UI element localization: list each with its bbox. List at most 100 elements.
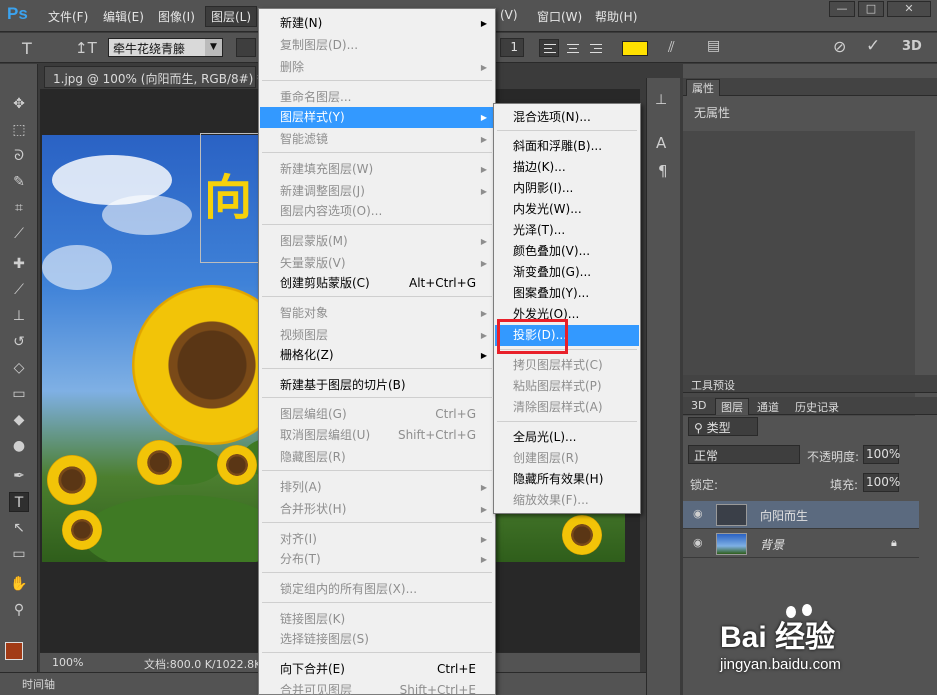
layer-menu-item[interactable]: 图层内容选项(O)... <box>260 201 494 222</box>
layer-style-item[interactable]: 混合选项(N)... <box>495 107 639 128</box>
layer-row-background[interactable]: ◉ 背景 🔒︎ <box>683 530 919 558</box>
layer-style-item[interactable]: 颜色叠加(V)... <box>495 241 639 262</box>
foreground-color-swatch[interactable] <box>5 642 23 660</box>
layer-style-item[interactable]: 全局光(L)... <box>495 427 639 448</box>
tab-3d[interactable]: 3D <box>691 399 706 412</box>
layer-filter-select[interactable]: ⚲ 类型 <box>688 417 758 436</box>
layer-menu-item[interactable]: 图层样式(Y) ▶ <box>260 107 494 128</box>
paragraph-icon[interactable]: ¶ <box>658 162 668 180</box>
crop-tool-icon[interactable]: ⌗ <box>9 198 29 218</box>
menu-help[interactable]: 帮助(H) <box>595 8 637 25</box>
layer-menu-item[interactable]: 向下合并(E) Ctrl+E <box>260 659 494 680</box>
opacity-field[interactable]: 100% <box>863 445 900 464</box>
path-select-tool-icon[interactable]: ↖ <box>9 518 29 538</box>
layer-style-item[interactable]: 创建图层(R) <box>495 448 639 469</box>
text-tool-icon[interactable]: T <box>22 39 32 58</box>
layer-row-text[interactable]: ◉ 向阳而生 <box>683 501 919 529</box>
minimize-button[interactable]: — <box>829 1 855 17</box>
layer-menu-item[interactable]: 合并可见图层 Shift+Ctrl+E <box>260 680 494 695</box>
blur-tool-icon[interactable]: ◆ <box>9 410 29 430</box>
character-icon[interactable]: A <box>656 134 666 152</box>
tab-channels[interactable]: 通道 <box>757 399 779 415</box>
quick-select-tool-icon[interactable]: ✎ <box>9 172 29 192</box>
lasso-tool-icon[interactable]: ᘐ <box>9 146 29 166</box>
brush-tool-icon[interactable]: ⟋ <box>9 280 29 300</box>
menu-window[interactable]: 窗口(W) <box>537 8 582 25</box>
layer-menu-item[interactable]: 矢量蒙版(V) ▶ <box>260 253 494 274</box>
layer-menu-item[interactable]: 排列(A) ▶ <box>260 477 494 498</box>
cancel-icon[interactable]: ⊘ <box>833 37 846 56</box>
menu-edit[interactable]: 编辑(E) <box>103 8 144 25</box>
menu-file[interactable]: 文件(F) <box>48 8 88 25</box>
character-panel-icon[interactable]: ▤ <box>707 38 720 54</box>
clone-stamp-tool-icon[interactable]: ⊥ <box>9 306 29 326</box>
marquee-tool-icon[interactable]: ⬚ <box>9 120 29 140</box>
layer-menu-item[interactable]: 视频图层 ▶ <box>260 325 494 346</box>
dodge-tool-icon[interactable]: ● <box>9 436 29 456</box>
history-brush-tool-icon[interactable]: ↺ <box>9 332 29 352</box>
hand-tool-icon[interactable]: ✋ <box>9 574 29 594</box>
maximize-button[interactable]: □ <box>858 1 884 17</box>
layer-style-item[interactable]: 光泽(T)... <box>495 220 639 241</box>
properties-tab[interactable]: 属性 <box>686 79 720 96</box>
eraser-tool-icon[interactable]: ◇ <box>9 358 29 378</box>
document-tab[interactable]: 1.jpg @ 100% (向阳而生, RGB/8#) * × <box>44 66 283 88</box>
timeline-label[interactable]: 时间轴 <box>22 676 55 692</box>
healing-brush-tool-icon[interactable]: ✚ <box>9 254 29 274</box>
layer-menu-item[interactable]: 删除 ▶ <box>260 57 494 78</box>
fill-field[interactable]: 100% <box>863 473 900 492</box>
layer-menu-item[interactable]: 新建调整图层(J) ▶ <box>260 181 494 202</box>
tab-layers[interactable]: 图层 <box>715 398 749 415</box>
layer-menu-item[interactable]: 新建(N) ▶ <box>260 13 494 34</box>
menu-layer[interactable]: 图层(L) <box>205 6 258 27</box>
layer-menu-item[interactable]: 新建基于图层的切片(B) <box>260 375 494 396</box>
move-tool-icon[interactable]: ✥ <box>9 94 29 114</box>
tool-presets-tab[interactable]: 工具预设 <box>691 377 735 393</box>
font-family-select[interactable]: 牵牛花绕青籐 ▼ <box>108 38 223 57</box>
layer-menu-item[interactable]: 智能对象 ▶ <box>260 303 494 324</box>
layer-style-item[interactable]: 描边(K)... <box>495 157 639 178</box>
type-tool-icon[interactable]: T <box>9 492 29 512</box>
blend-mode-select[interactable]: 正常 <box>688 445 800 464</box>
font-style-select[interactable] <box>236 38 256 57</box>
layer-style-item[interactable]: 内发光(W)... <box>495 199 639 220</box>
canvas-text-layer[interactable]: 向阳 <box>200 133 262 263</box>
eye-icon[interactable]: ◉ <box>693 507 703 520</box>
layer-style-item[interactable]: 渐变叠加(G)... <box>495 262 639 283</box>
layer-menu-item[interactable]: 链接图层(K) <box>260 609 494 630</box>
layer-style-item[interactable]: 缩放效果(F)... <box>495 490 639 511</box>
layer-menu-item[interactable]: 选择链接图层(S) <box>260 629 494 650</box>
eye-icon[interactable]: ◉ <box>693 536 703 549</box>
layer-style-item[interactable]: 内阴影(I)... <box>495 178 639 199</box>
layer-menu-item[interactable]: 栅格化(Z) ▶ <box>260 345 494 366</box>
close-window-button[interactable]: ✕ <box>887 1 931 17</box>
layer-menu-item[interactable]: 图层编组(G) Ctrl+G <box>260 404 494 425</box>
text-color-swatch[interactable] <box>622 41 648 56</box>
layer-style-item[interactable]: 拷贝图层样式(C) <box>495 355 639 376</box>
layer-menu-item[interactable]: 重命名图层... <box>260 87 494 108</box>
layer-style-item[interactable]: 粘贴图层样式(P) <box>495 376 639 397</box>
warp-text-icon[interactable]: ⫽ <box>668 38 675 56</box>
zoom-level[interactable]: 100% <box>52 656 83 669</box>
layer-menu-item[interactable]: 取消图层编组(U) Shift+Ctrl+G <box>260 425 494 446</box>
stamp-icon[interactable]: ⊥ <box>655 92 667 108</box>
layer-menu-item[interactable]: 合并形状(H) ▶ <box>260 499 494 520</box>
commit-check-icon[interactable]: ✓ <box>866 36 880 56</box>
layer-style-item[interactable]: 清除图层样式(A) <box>495 397 639 418</box>
layer-menu-item[interactable]: 锁定组内的所有图层(X)... <box>260 579 494 600</box>
layer-menu-item[interactable]: 隐藏图层(R) <box>260 447 494 468</box>
3d-icon[interactable]: 3D <box>902 39 922 54</box>
layer-menu-item[interactable]: 复制图层(D)... <box>260 35 494 56</box>
rectangle-tool-icon[interactable]: ▭ <box>9 544 29 564</box>
layer-menu-item[interactable]: 智能滤镜 ▶ <box>260 129 494 150</box>
align-right-button[interactable] <box>585 39 605 57</box>
layer-menu-item[interactable]: 分布(T) ▶ <box>260 549 494 570</box>
layer-menu-item[interactable]: 对齐(I) ▶ <box>260 529 494 550</box>
pen-tool-icon[interactable]: ✒ <box>9 466 29 486</box>
eyedropper-tool-icon[interactable]: ⟋ <box>9 224 29 244</box>
layer-menu-item[interactable]: 新建填充图层(W) ▶ <box>260 159 494 180</box>
align-center-button[interactable] <box>562 39 582 57</box>
layer-style-item[interactable]: 斜面和浮雕(B)... <box>495 136 639 157</box>
zoom-tool-icon[interactable]: ⚲ <box>9 600 29 620</box>
menu-image[interactable]: 图像(I) <box>158 8 195 25</box>
